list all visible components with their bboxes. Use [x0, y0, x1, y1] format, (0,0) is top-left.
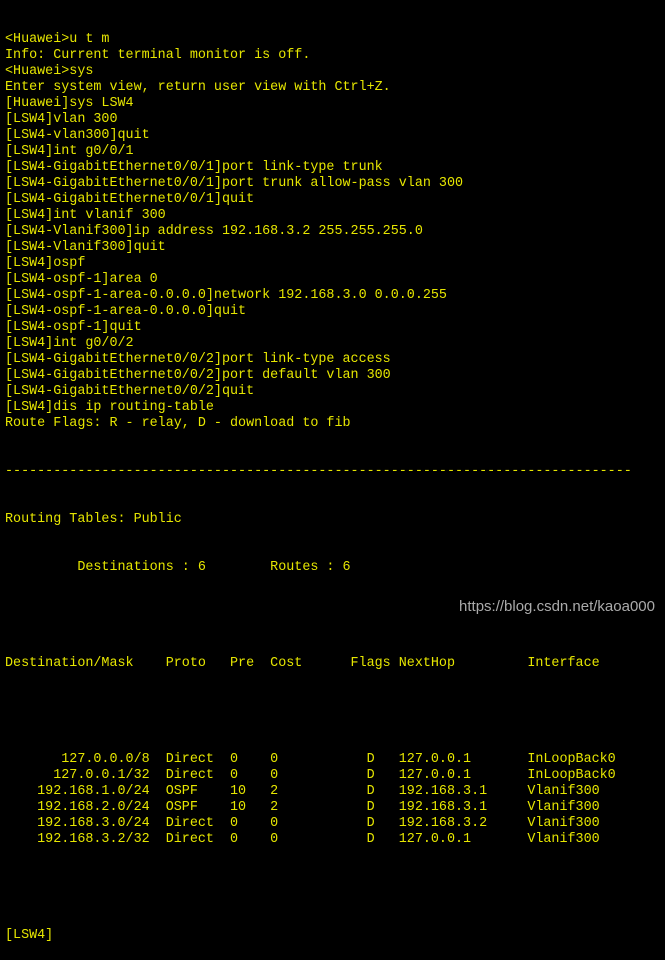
- terminal-line: [LSW4]int vlanif 300: [5, 208, 166, 223]
- terminal-line: [LSW4]ospf: [5, 256, 86, 271]
- terminal-line: [LSW4-ospf-1-area-0.0.0.0]quit: [5, 304, 247, 319]
- terminal-line: [LSW4-Vlanif300]quit: [5, 240, 166, 255]
- terminal-line: [LSW4-Vlanif300]ip address 192.168.3.2 2…: [5, 224, 423, 239]
- terminal-line: [LSW4]int g0/0/1: [5, 144, 134, 159]
- terminal-line: <Huawei>u t m: [5, 32, 110, 47]
- terminal-line: Route Flags: R - relay, D - download to …: [5, 416, 351, 431]
- routing-tables-title: Routing Tables: Public: [5, 512, 182, 527]
- route-row: 127.0.0.0/8 Direct 0 0 D 127.0.0.1 InLoo…: [5, 752, 616, 767]
- terminal-line: [LSW4-GigabitEthernet0/0/1]port trunk al…: [5, 176, 464, 191]
- routing-table-header: Destination/Mask Proto Pre Cost Flags Ne…: [5, 656, 600, 671]
- terminal-line: [LSW4]int g0/0/2: [5, 336, 134, 351]
- terminal-line: [LSW4-GigabitEthernet0/0/1]quit: [5, 192, 255, 207]
- command-prompt[interactable]: [LSW4]: [5, 928, 665, 944]
- terminal-line: [LSW4-GigabitEthernet0/0/2]port link-typ…: [5, 352, 391, 367]
- terminal-line: [LSW4-GigabitEthernet0/0/2]port default …: [5, 368, 391, 383]
- route-row: 192.168.3.2/32 Direct 0 0 D 127.0.0.1 Vl…: [5, 832, 600, 847]
- route-row: 192.168.1.0/24 OSPF 10 2 D 192.168.3.1 V…: [5, 784, 600, 799]
- terminal-line: Info: Current terminal monitor is off.: [5, 48, 311, 63]
- route-row: 127.0.0.1/32 Direct 0 0 D 127.0.0.1 InLo…: [5, 768, 616, 783]
- route-row: 192.168.2.0/24 OSPF 10 2 D 192.168.3.1 V…: [5, 800, 600, 815]
- terminal-line: [LSW4]vlan 300: [5, 112, 118, 127]
- separator-line: ----------------------------------------…: [5, 464, 632, 479]
- terminal-line: Enter system view, return user view with…: [5, 80, 391, 95]
- routing-summary: Destinations : 6 Routes : 6: [5, 560, 351, 575]
- terminal-line: [LSW4]dis ip routing-table: [5, 400, 214, 415]
- terminal-line: [LSW4-ospf-1]area 0: [5, 272, 158, 287]
- terminal-window[interactable]: <Huawei>u t m Info: Current terminal moni…: [5, 0, 665, 943]
- terminal-line: [Huawei]sys LSW4: [5, 96, 134, 111]
- watermark: https://blog.csdn.net/kaoa000: [459, 598, 655, 615]
- terminal-line: [LSW4-vlan300]quit: [5, 128, 150, 143]
- terminal-line: [LSW4-GigabitEthernet0/0/2]quit: [5, 384, 255, 399]
- terminal-line: [LSW4-ospf-1-area-0.0.0.0]network 192.16…: [5, 288, 447, 303]
- terminal-line: [LSW4-GigabitEthernet0/0/1]port link-typ…: [5, 160, 383, 175]
- session-output: <Huawei>u t m Info: Current terminal moni…: [5, 32, 665, 432]
- routing-table: 127.0.0.0/8 Direct 0 0 D 127.0.0.1 InLoo…: [5, 752, 665, 848]
- terminal-line: <Huawei>sys: [5, 64, 94, 79]
- terminal-line: [LSW4-ospf-1]quit: [5, 320, 142, 335]
- route-row: 192.168.3.0/24 Direct 0 0 D 192.168.3.2 …: [5, 816, 600, 831]
